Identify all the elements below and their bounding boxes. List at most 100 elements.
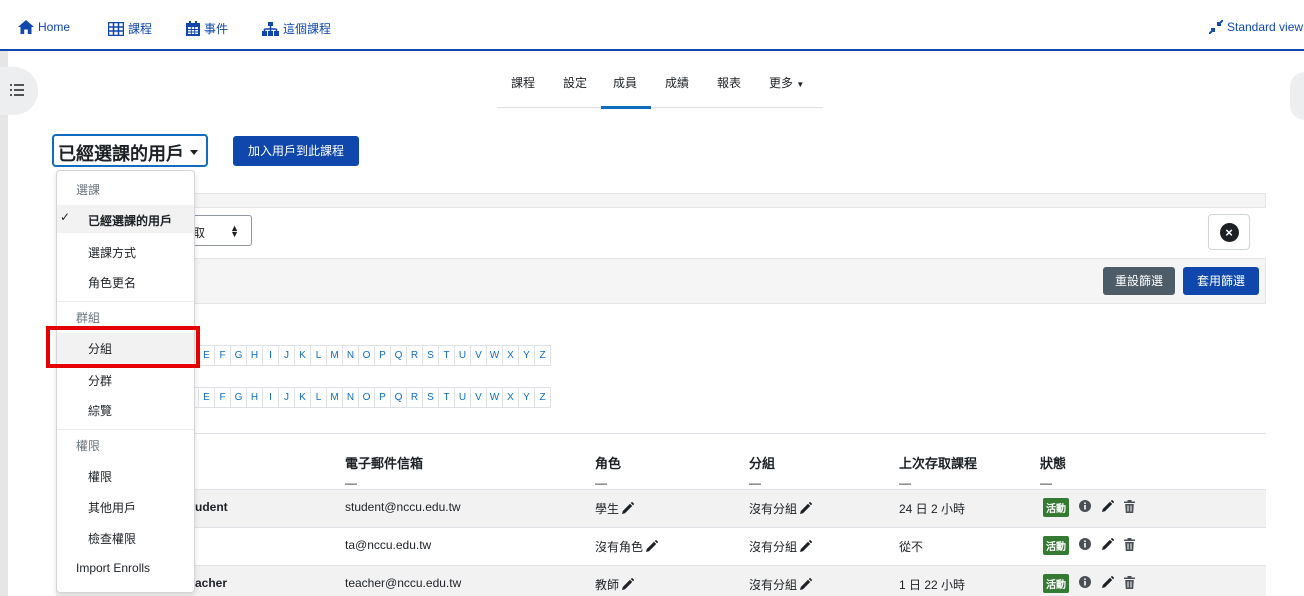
initial-letter[interactable]: F: [214, 387, 231, 408]
initial-letter[interactable]: M: [326, 387, 343, 408]
header-last-access[interactable]: 上次存取課程: [899, 453, 977, 472]
user-role[interactable]: 沒有角色: [595, 538, 659, 556]
user-fullname[interactable]: udent: [195, 500, 228, 514]
nav-events[interactable]: 事件: [186, 20, 228, 37]
menu-item-import-enrols[interactable]: Import Enrolls: [76, 561, 150, 575]
header-roles-sort[interactable]: —: [595, 476, 607, 490]
pencil-icon[interactable]: [621, 577, 635, 594]
initial-letter[interactable]: L: [310, 345, 327, 366]
standard-view-toggle[interactable]: Standard view: [1209, 20, 1303, 34]
info-icon[interactable]: [1079, 500, 1091, 515]
tab-reports[interactable]: 報表: [717, 74, 741, 91]
tab-participants[interactable]: 成員: [613, 74, 637, 91]
pencil-icon[interactable]: [799, 577, 813, 594]
trash-icon[interactable]: [1124, 537, 1135, 554]
initial-letter[interactable]: U: [454, 345, 471, 366]
course-index-toggle[interactable]: [0, 67, 38, 115]
menu-item-rename-roles[interactable]: 角色更名: [88, 274, 136, 291]
initial-letter[interactable]: K: [294, 345, 311, 366]
apply-filters-button[interactable]: 套用篩選: [1183, 267, 1259, 295]
menu-item-check-permissions[interactable]: 檢查權限: [88, 530, 136, 547]
initial-letter[interactable]: T: [438, 387, 455, 408]
initial-letter[interactable]: M: [326, 345, 343, 366]
trash-icon[interactable]: [1124, 499, 1135, 516]
tab-settings[interactable]: 設定: [563, 74, 587, 91]
header-status-sort[interactable]: —: [1040, 476, 1052, 490]
initial-letter[interactable]: Y: [518, 345, 535, 366]
header-email[interactable]: 電子郵件信箱: [345, 453, 423, 472]
initial-letter[interactable]: W: [486, 345, 503, 366]
edit-enrolment-icon[interactable]: [1101, 575, 1115, 592]
tab-more[interactable]: 更多 ▼: [769, 74, 804, 91]
initial-letter[interactable]: S: [422, 387, 439, 408]
initial-letter[interactable]: Z: [534, 387, 551, 408]
initial-letter[interactable]: I: [262, 345, 279, 366]
initial-letter[interactable]: Q: [390, 345, 407, 366]
menu-item-enrolment-methods[interactable]: 選課方式: [88, 244, 136, 261]
header-groups[interactable]: 分組: [749, 453, 775, 472]
header-roles[interactable]: 角色: [595, 453, 621, 472]
initial-letter[interactable]: E: [198, 387, 215, 408]
nav-this-course[interactable]: 這個課程: [262, 20, 331, 37]
info-icon[interactable]: [1079, 576, 1091, 591]
trash-icon[interactable]: [1124, 575, 1135, 592]
initial-letter[interactable]: X: [502, 387, 519, 408]
initial-letter[interactable]: V: [470, 345, 487, 366]
initial-letter[interactable]: T: [438, 345, 455, 366]
tab-course[interactable]: 課程: [511, 74, 535, 91]
header-email-sort[interactable]: —: [345, 476, 357, 490]
initial-letter[interactable]: K: [294, 387, 311, 408]
initial-letter[interactable]: N: [342, 387, 359, 408]
initial-letter[interactable]: R: [406, 345, 423, 366]
user-role[interactable]: 教師: [595, 576, 635, 594]
initial-letter[interactable]: E: [198, 345, 215, 366]
header-last-access-sort[interactable]: —: [899, 476, 911, 490]
initial-letter[interactable]: U: [454, 387, 471, 408]
initial-letter[interactable]: W: [486, 387, 503, 408]
initial-letter[interactable]: Z: [534, 345, 551, 366]
initial-letter[interactable]: L: [310, 387, 327, 408]
initial-letter[interactable]: J: [278, 387, 295, 408]
menu-item-overview[interactable]: 綜覽: [88, 402, 112, 419]
header-status[interactable]: 狀態: [1040, 453, 1066, 472]
initial-letter[interactable]: X: [502, 345, 519, 366]
user-group[interactable]: 沒有分組: [749, 538, 813, 556]
pencil-icon[interactable]: [645, 539, 659, 556]
menu-item-groupings[interactable]: 分群: [88, 372, 112, 389]
participants-page-selector[interactable]: 已經選課的用戶: [52, 134, 208, 167]
user-fullname[interactable]: acher: [195, 576, 227, 590]
initial-letter[interactable]: J: [278, 345, 295, 366]
edit-enrolment-icon[interactable]: [1101, 499, 1115, 516]
initial-letter[interactable]: I: [262, 387, 279, 408]
tab-grades[interactable]: 成績: [665, 74, 689, 91]
initial-letter[interactable]: Q: [390, 387, 407, 408]
initial-letter[interactable]: G: [230, 387, 247, 408]
nav-courses[interactable]: 課程: [108, 20, 152, 37]
initial-letter[interactable]: F: [214, 345, 231, 366]
initial-letter[interactable]: P: [374, 345, 391, 366]
user-group[interactable]: 沒有分組: [749, 576, 813, 594]
initial-letter[interactable]: O: [358, 387, 375, 408]
menu-item-permissions[interactable]: 權限: [88, 468, 112, 485]
nav-home[interactable]: Home: [18, 20, 70, 34]
initial-letter[interactable]: H: [246, 387, 263, 408]
user-role[interactable]: 學生: [595, 500, 635, 518]
initial-letter[interactable]: Y: [518, 387, 535, 408]
reset-filters-button[interactable]: 重設篩選: [1103, 267, 1175, 295]
initial-letter[interactable]: H: [246, 345, 263, 366]
pencil-icon[interactable]: [621, 501, 635, 518]
initial-letter[interactable]: N: [342, 345, 359, 366]
header-groups-sort[interactable]: —: [749, 476, 761, 490]
edit-enrolment-icon[interactable]: [1101, 537, 1115, 554]
pencil-icon[interactable]: [799, 539, 813, 556]
initial-letter[interactable]: S: [422, 345, 439, 366]
initial-letter[interactable]: P: [374, 387, 391, 408]
initial-letter[interactable]: V: [470, 387, 487, 408]
initial-letter[interactable]: O: [358, 345, 375, 366]
info-icon[interactable]: [1079, 538, 1091, 553]
block-drawer-toggle[interactable]: [1290, 72, 1304, 120]
initial-letter[interactable]: G: [230, 345, 247, 366]
menu-item-enrolled-users[interactable]: 已經選課的用戶: [88, 212, 172, 229]
pencil-icon[interactable]: [799, 501, 813, 518]
enrol-users-button[interactable]: 加入用戶到此課程: [233, 136, 359, 166]
